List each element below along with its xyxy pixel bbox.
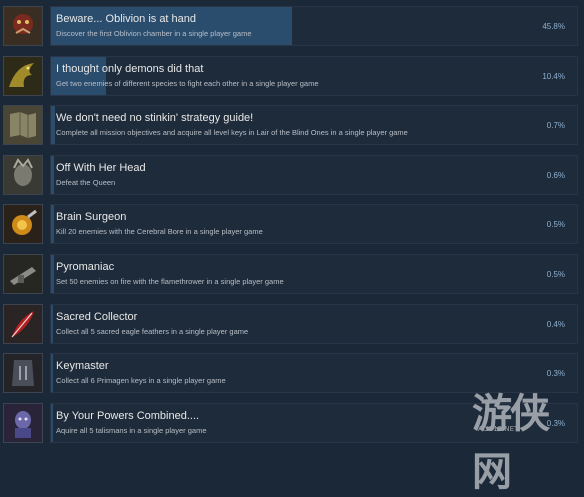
achievement-row[interactable]: We don't need no stinkin' strategy guide… [0,101,584,150]
achievement-progress-bar: Sacred Collector Collect all 5 sacred eag… [50,304,578,344]
achievement-title: Off With Her Head [56,162,146,174]
unlock-percent-label: 0.4% [546,320,565,329]
achievement-description: Discover the first Oblivion chamber in a… [56,29,252,38]
watermark-subtext: ALI213.NET [478,425,519,433]
achievement-description: Collect all 5 sacred eagle feathers in a… [56,327,249,336]
achievement-description: Collect all 6 Primagen keys in a single … [56,376,226,385]
oblivion-demon-icon [3,6,43,46]
queen-head-icon [3,155,43,195]
achievement-description: Defeat the Queen [56,178,116,187]
dragon-icon [3,56,43,96]
unlock-percent-label: 45.8% [542,22,565,31]
achievement-title: Beware... Oblivion is at hand [56,13,197,25]
flamethrower-icon [3,254,43,294]
map-icon [3,105,43,145]
achievement-row[interactable]: Beware... Oblivion is at hand Discover th… [0,2,584,51]
achievement-row[interactable]: Brain Surgeon Kill 20 enemies with the Ce… [0,200,584,249]
unlock-percent-label: 10.4% [542,72,565,81]
achievement-progress-bar: I thought only demons did that Get two en… [50,56,578,96]
unlock-percent-label: 0.5% [546,220,565,229]
talisman-icon [3,403,43,443]
cerebral-bore-icon [3,204,43,244]
achievement-description: Aquire all 5 talismans in a single playe… [56,426,207,435]
achievement-description: Kill 20 enemies with the Cerebral Bore i… [56,227,263,236]
unlock-percent-fill [51,106,55,144]
achievement-title: I thought only demons did that [56,63,204,75]
achievement-title: Sacred Collector [56,311,138,323]
achievement-title: We don't need no stinkin' strategy guide… [56,112,254,124]
achievement-description: Complete all mission objectives and acqu… [56,128,408,137]
achievement-description: Set 50 enemies on fire with the flamethr… [56,277,284,286]
achievement-progress-bar: Beware... Oblivion is at hand Discover th… [50,6,578,46]
achievement-title: Keymaster [56,360,109,372]
unlock-percent-fill [51,305,54,343]
watermark-text: 游侠网 [472,391,550,495]
achievement-progress-bar: Off With Her Head Defeat the Queen 0.6% [50,155,578,195]
feather-icon [3,304,43,344]
achievement-description: Get two enemies of different species to … [56,79,319,88]
unlock-percent-label: 0.3% [546,369,565,378]
achievement-progress-bar: We don't need no stinkin' strategy guide… [50,105,578,145]
achievement-row[interactable]: I thought only demons did that Get two en… [0,52,584,101]
unlock-percent-label: 0.5% [546,270,565,279]
unlock-percent-label: 0.6% [546,171,565,180]
achievement-title: Pyromaniac [56,261,115,273]
achievement-progress-bar: Brain Surgeon Kill 20 enemies with the Ce… [50,204,578,244]
achievement-row[interactable]: Pyromaniac Set 50 enemies on fire with th… [0,250,584,299]
achievement-progress-bar: Pyromaniac Set 50 enemies on fire with th… [50,254,578,294]
primagen-key-icon [3,353,43,393]
watermark-logo: 游侠网 ALI213.NET [468,379,578,495]
unlock-percent-fill [51,404,53,442]
unlock-percent-fill [51,354,53,392]
unlock-percent-label: 0.7% [546,121,565,130]
achievement-title: Brain Surgeon [56,211,127,223]
achievement-title: By Your Powers Combined.... [56,410,200,422]
unlock-percent-fill [51,156,55,194]
unlock-percent-fill [51,205,54,243]
achievement-row[interactable]: Off With Her Head Defeat the Queen 0.6% [0,151,584,200]
unlock-percent-fill [51,255,54,293]
achievement-row[interactable]: Sacred Collector Collect all 5 sacred eag… [0,300,584,349]
